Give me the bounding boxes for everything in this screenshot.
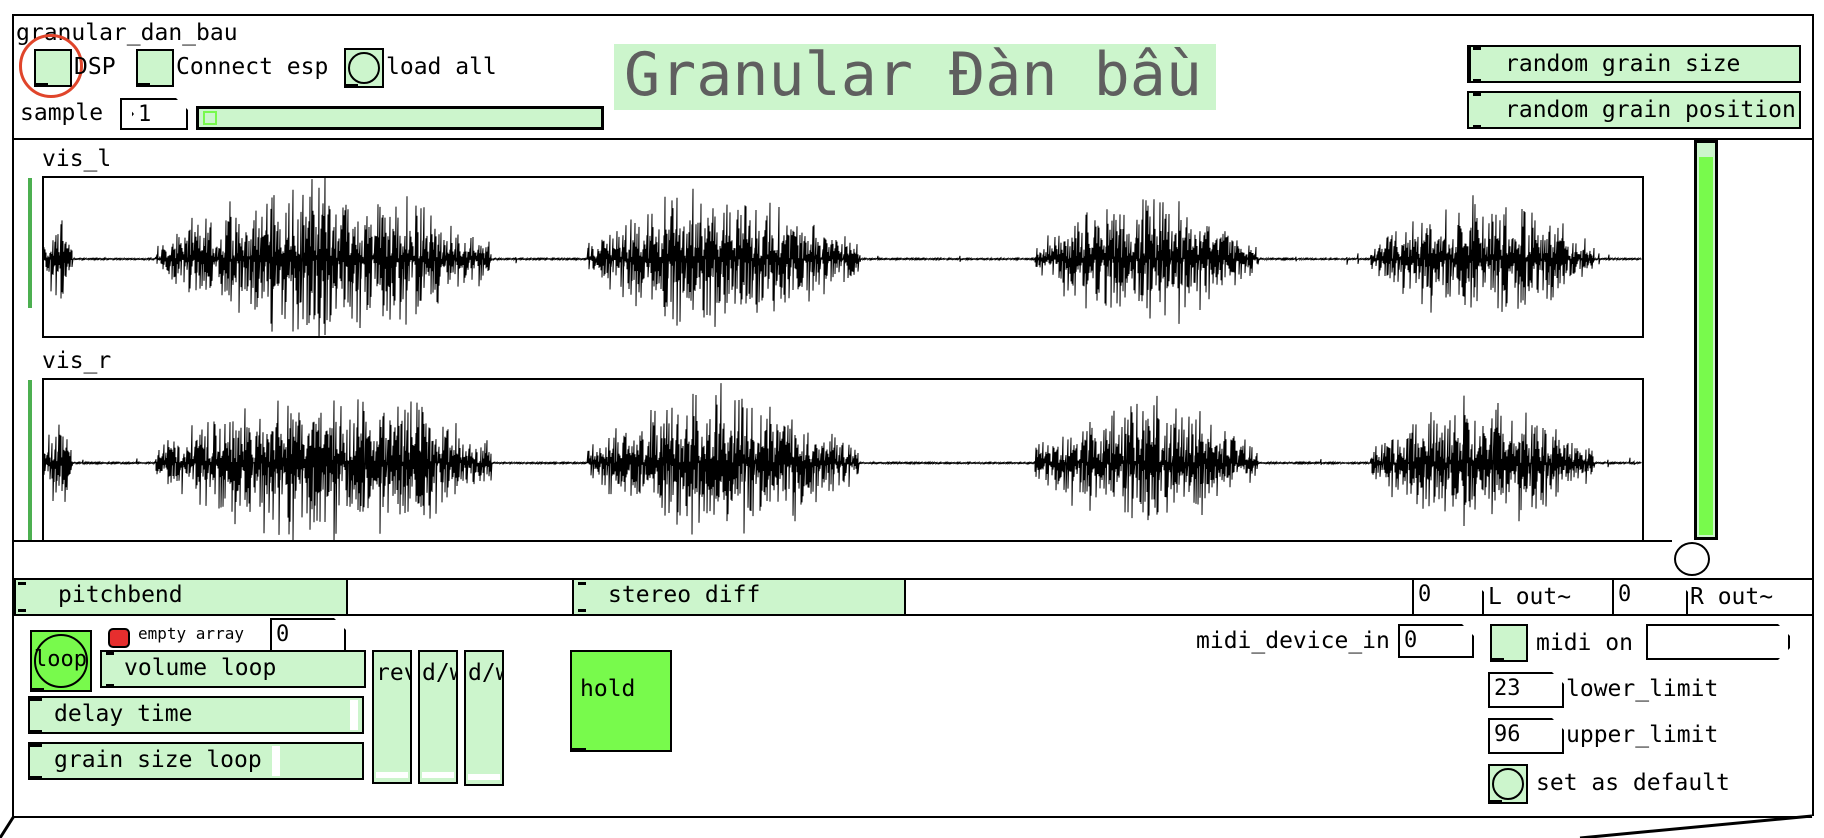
sample-progress-slider[interactable]: [196, 106, 604, 130]
frame-top: [12, 14, 1812, 16]
lower-limit-label: lower_limit: [1566, 676, 1719, 702]
frame-left: [12, 14, 14, 816]
dw1-label: d/w: [422, 660, 458, 686]
frame-right: [1812, 14, 1814, 816]
hold-label: hold: [580, 676, 636, 702]
array-right-marker: [28, 380, 32, 540]
empty-array-number[interactable]: 0: [270, 618, 346, 652]
hold-toggle[interactable]: hold: [570, 650, 672, 752]
array-left[interactable]: [42, 176, 1644, 338]
random-grain-position-slider[interactable]: random grain position: [1467, 91, 1801, 129]
random-grain-size-slider[interactable]: random grain size: [1467, 45, 1801, 83]
empty-array-value: 0: [276, 622, 290, 647]
array-left-marker: [28, 178, 32, 308]
midi-on-toggle[interactable]: [1490, 624, 1528, 662]
set-default-bang[interactable]: [1488, 764, 1528, 804]
r-out-number[interactable]: 0: [1612, 580, 1688, 614]
dw2-slider[interactable]: d/w: [464, 650, 504, 786]
lower-limit-number[interactable]: 23: [1488, 672, 1564, 708]
dw1-slider[interactable]: d/w: [418, 650, 458, 784]
l-out-label: L out~: [1488, 584, 1572, 610]
volume-loop-label: volume loop: [124, 655, 277, 681]
array-right[interactable]: [42, 378, 1644, 542]
pitchbend-slider[interactable]: pitchbend: [14, 580, 348, 614]
upper-limit-value: 96: [1494, 722, 1521, 747]
sample-label: sample: [20, 100, 104, 126]
upper-limit-label: upper_limit: [1566, 722, 1719, 748]
frame-divider-bottom: [12, 614, 1812, 616]
empty-array-bang[interactable]: [108, 628, 130, 648]
random-grain-size-label: random grain size: [1505, 51, 1741, 77]
master-level-slider[interactable]: [1694, 140, 1718, 540]
stereo-diff-label: stereo diff: [608, 582, 761, 608]
grain-size-loop-label: grain size loop: [54, 747, 262, 773]
waveform-right: [44, 383, 1642, 542]
dw2-label: d/w: [468, 660, 504, 686]
l-out-value: 0: [1418, 582, 1432, 607]
array-left-name: vis_l: [42, 146, 112, 172]
loop-label: loop: [34, 647, 87, 672]
waveform-left: [44, 178, 1642, 336]
master-bang[interactable]: [1672, 540, 1712, 578]
midi-device-number[interactable]: 0: [1398, 624, 1474, 658]
rev-slider[interactable]: rev: [372, 650, 412, 784]
connect-esp-label: Connect esp: [176, 54, 329, 80]
l-out-number[interactable]: 0: [1412, 580, 1484, 614]
sample-number-value: 1: [138, 102, 152, 127]
sample-number[interactable]: 1: [120, 98, 188, 130]
load-all-label: load all: [386, 54, 497, 80]
grain-size-loop-slider[interactable]: grain size loop: [28, 742, 364, 780]
rev-label: rev: [376, 660, 412, 686]
midi-device-value: 0: [1404, 628, 1418, 653]
perspective-edge: [0, 814, 1813, 838]
delay-time-label: delay time: [54, 701, 193, 727]
array-right-name: vis_r: [42, 348, 112, 374]
midi-on-label: midi on: [1536, 630, 1633, 656]
master-level-fill: [1699, 156, 1713, 535]
upper-limit-number[interactable]: 96: [1488, 718, 1564, 754]
volume-loop-slider[interactable]: volume loop: [100, 650, 366, 688]
set-default-label: set as default: [1536, 770, 1730, 796]
dsp-label: DSP: [74, 54, 116, 80]
frame-divider-top: [12, 138, 1812, 140]
r-out-label: R out~: [1690, 584, 1774, 610]
load-all-bang[interactable]: [344, 48, 384, 88]
r-out-value: 0: [1618, 582, 1632, 607]
page-heading: Granular Đàn bầu: [624, 40, 1202, 110]
stereo-diff-slider[interactable]: stereo diff: [572, 580, 906, 614]
connect-esp-toggle[interactable]: [136, 49, 174, 87]
pitchbend-label: pitchbend: [58, 582, 183, 608]
random-grain-position-label: random grain position: [1505, 97, 1796, 123]
delay-time-slider[interactable]: delay time: [28, 696, 364, 734]
lower-limit-value: 23: [1494, 676, 1521, 701]
midi-message-display: [1646, 624, 1790, 660]
loop-bang[interactable]: loop: [30, 630, 92, 692]
empty-array-label: empty array: [138, 624, 244, 643]
midi-device-label: midi_device_in: [1196, 628, 1390, 654]
